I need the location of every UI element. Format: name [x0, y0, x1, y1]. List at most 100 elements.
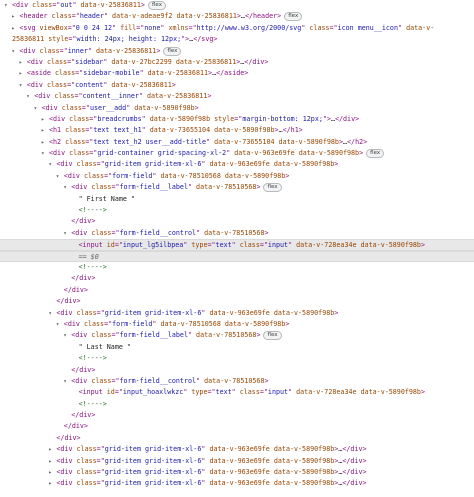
token-tag: "	[141, 114, 150, 123]
flex-badge[interactable]: flex	[163, 46, 182, 56]
token-cmt: <!---->	[78, 262, 107, 271]
flex-badge[interactable]: flex	[147, 1, 166, 10]
dom-node-line[interactable]: ▾ <div class="user__add" data-v-5890f98b>	[0, 103, 474, 114]
token-an: viewBox	[39, 23, 68, 32]
token-tag: ="	[96, 160, 105, 169]
dom-node-line[interactable]: ▾ <div class="form-field__control" data-v…	[0, 228, 474, 239]
token-av: form-field__label	[119, 183, 188, 192]
dom-node-line[interactable]: ▾ <div class="content" data-v-25836811>	[0, 80, 474, 91]
dom-node-line[interactable]: ▸ <div class="grid-item grid-item-xl-6" d…	[0, 478, 474, 489]
expand-triangle-icon[interactable]: ▾	[63, 228, 71, 239]
token-tag: "	[196, 228, 205, 237]
flex-badge[interactable]: flex	[263, 331, 282, 341]
token-an: data-v-73655104	[214, 137, 275, 146]
expand-triangle-icon[interactable]: ▾	[26, 91, 34, 102]
expand-triangle-icon[interactable]: ▾	[4, 0, 12, 11]
dom-node-line[interactable]: ▸ <div class="grid-item grid-item-xl-6" d…	[0, 467, 474, 478]
dom-node-line[interactable]: </div>	[0, 410, 474, 421]
token-av: form-field__control	[119, 376, 197, 385]
dom-node-line[interactable]: </div>	[0, 365, 474, 376]
token-an: data-v-78510568	[204, 376, 265, 385]
token-an: data-v-	[406, 23, 435, 32]
token-an: class	[239, 241, 260, 250]
dom-node-line[interactable]: <!---->	[0, 262, 474, 273]
dom-node-line[interactable]: ▸ <svg viewBox="0 0 24 12" fill="none" xm…	[0, 23, 474, 34]
dom-node-line[interactable]: ▸ <div class="grid-item grid-item-xl-6" d…	[0, 456, 474, 467]
token-tag: </div>	[71, 217, 96, 226]
dom-node-line[interactable]: ▾ <div class="inner" data-v-25836811> flex	[0, 46, 474, 57]
dom-node-line[interactable]: ▾ <div class="form-field__control" data-v…	[0, 376, 474, 387]
collapse-triangle-icon[interactable]: ▸	[19, 57, 27, 68]
dom-node-line[interactable]: <input id="input_hoaxlwkzc" type="text" …	[0, 387, 474, 398]
dom-node-line[interactable]: ▾ <div class="form-field__label" data-v-7…	[0, 182, 474, 193]
dom-node-line[interactable]: ▾ <div class="form-field__label" data-v-7…	[0, 330, 474, 341]
token-tag: <div	[12, 1, 33, 9]
collapse-triangle-icon[interactable]: ▸	[41, 114, 49, 125]
dom-node-line[interactable]: <!---->	[0, 353, 474, 364]
dom-node-line[interactable]: </div>	[0, 273, 474, 284]
dom-node-line[interactable]: ▸ <aside class="sidebar-mobile" data-v-25…	[0, 68, 474, 79]
token-tag: </h2>	[347, 137, 368, 146]
dom-node-line[interactable]: </div>	[0, 433, 474, 444]
dom-node-line[interactable]: ▾ <div class="grid-item grid-item-xl-6" d…	[0, 159, 474, 170]
expand-triangle-icon[interactable]: ▾	[63, 330, 71, 341]
token-av: width: 24px; height: 12px;	[76, 35, 182, 44]
token-tag: "	[196, 376, 205, 385]
token-av: grid-item grid-item-xl-6	[104, 308, 202, 317]
dom-node-line[interactable]: ▾ <div class="form-field" data-v-78510568…	[0, 319, 474, 330]
dom-node-line[interactable]: 25836811 style="width: 24px; height: 12p…	[0, 34, 474, 45]
dom-node-line[interactable]: ▾ <div class="grid-item grid-item-xl-6" d…	[0, 308, 474, 319]
dom-node-line[interactable]: " Last Name "	[0, 342, 474, 353]
token-an: data-v-963e69fe	[209, 160, 270, 169]
dom-node-line[interactable]: ▸ <h1 class="text text_h1" data-v-7365510…	[0, 125, 474, 136]
expand-triangle-icon[interactable]: ▾	[56, 171, 64, 182]
dom-node-line[interactable]: </div>	[0, 296, 474, 307]
token-an: data-v-963e69fe	[209, 445, 270, 454]
collapse-triangle-icon[interactable]: ▸	[41, 125, 49, 136]
flex-badge[interactable]: flex	[366, 149, 385, 159]
expand-triangle-icon[interactable]: ▾	[34, 103, 42, 114]
dom-node-line[interactable]: <!---->	[0, 205, 474, 216]
collapse-triangle-icon[interactable]: ▸	[41, 137, 49, 148]
token-an: class	[76, 160, 97, 169]
collapse-triangle-icon[interactable]: ▸	[19, 68, 27, 79]
token-av: input_hoaxlwkzc	[122, 388, 184, 397]
dom-node-line[interactable]: </div>	[0, 421, 474, 432]
token-av: input	[267, 241, 289, 250]
selected-node-line[interactable]: <input id="input_lg5ilbpea" type="text" …	[0, 239, 474, 251]
dom-node-line[interactable]: ▸ <div class="sidebar" data-v-27bc2299 da…	[0, 57, 474, 68]
dom-node-line[interactable]: </div>	[0, 216, 474, 227]
token-an: data-v-963e69fe	[209, 468, 270, 477]
dom-node-line[interactable]: ▾ <div class="form-field" data-v-78510568…	[0, 171, 474, 182]
flex-badge[interactable]: flex	[284, 12, 303, 22]
expand-triangle-icon[interactable]: ▾	[63, 182, 71, 193]
token-an: data-v-728ea34e	[296, 388, 357, 397]
token-tag: ="	[207, 241, 216, 250]
dom-node-line[interactable]: <!---->	[0, 399, 474, 410]
expand-triangle-icon[interactable]: ▾	[41, 148, 49, 159]
expand-triangle-icon[interactable]: ▾	[63, 376, 71, 387]
token-tag: ="	[104, 171, 113, 180]
dom-node-line[interactable]: ▸ <div class="breadcrumbs" data-v-5890f98…	[0, 114, 474, 125]
token-tag: ="	[75, 69, 84, 78]
token-tag: "	[87, 46, 96, 55]
dom-node-line[interactable]: </div>	[0, 285, 474, 296]
dom-node-line[interactable]: ▾ <div class="grid-container grid-spacing…	[0, 148, 474, 159]
dom-node-line[interactable]: ▸ <div class="grid-item grid-item-xl-6" d…	[0, 444, 474, 455]
expand-triangle-icon[interactable]: ▾	[19, 80, 27, 91]
dom-node-line[interactable]: ▸ <header class="header" data-v-adeae9f2 …	[0, 11, 474, 22]
token-tag: ="	[111, 228, 120, 237]
dom-node-line[interactable]: ▾ <div class="content__inner" data-v-2583…	[0, 91, 474, 102]
token-tag: ="	[111, 376, 120, 385]
token-tag: <div	[71, 183, 92, 192]
expand-triangle-icon[interactable]: ▾	[56, 319, 64, 330]
dom-node-line[interactable]: ▸ <h2 class="text text_h2 user__add-title…	[0, 137, 474, 148]
selected-node-line[interactable]: == $0	[0, 250, 474, 262]
dom-node-line[interactable]: " First Name "	[0, 194, 474, 205]
flex-badge[interactable]: flex	[263, 183, 282, 193]
token-av: form-field__label	[119, 331, 188, 340]
token-an: data-v-5890f98b	[273, 160, 335, 169]
dom-node-line[interactable]: ▾ <div class="out" data-v-25836811> flex	[0, 0, 474, 11]
token-tag: </div>	[334, 114, 360, 123]
token-an: class	[61, 103, 82, 112]
